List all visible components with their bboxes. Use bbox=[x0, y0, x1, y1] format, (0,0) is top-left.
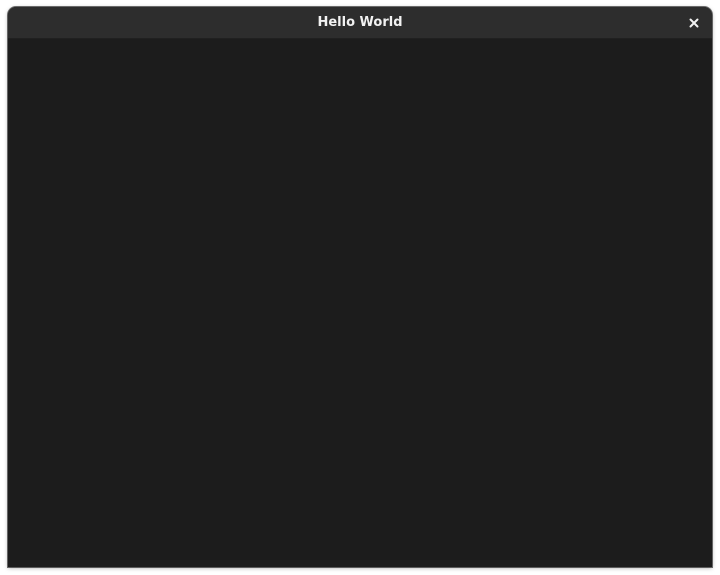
close-button[interactable] bbox=[685, 14, 703, 32]
window-titlebar[interactable]: Hello World bbox=[8, 7, 712, 39]
window-title: Hello World bbox=[317, 15, 403, 30]
close-icon bbox=[689, 18, 699, 28]
window-content bbox=[8, 39, 712, 567]
app-window: Hello World bbox=[8, 7, 712, 567]
